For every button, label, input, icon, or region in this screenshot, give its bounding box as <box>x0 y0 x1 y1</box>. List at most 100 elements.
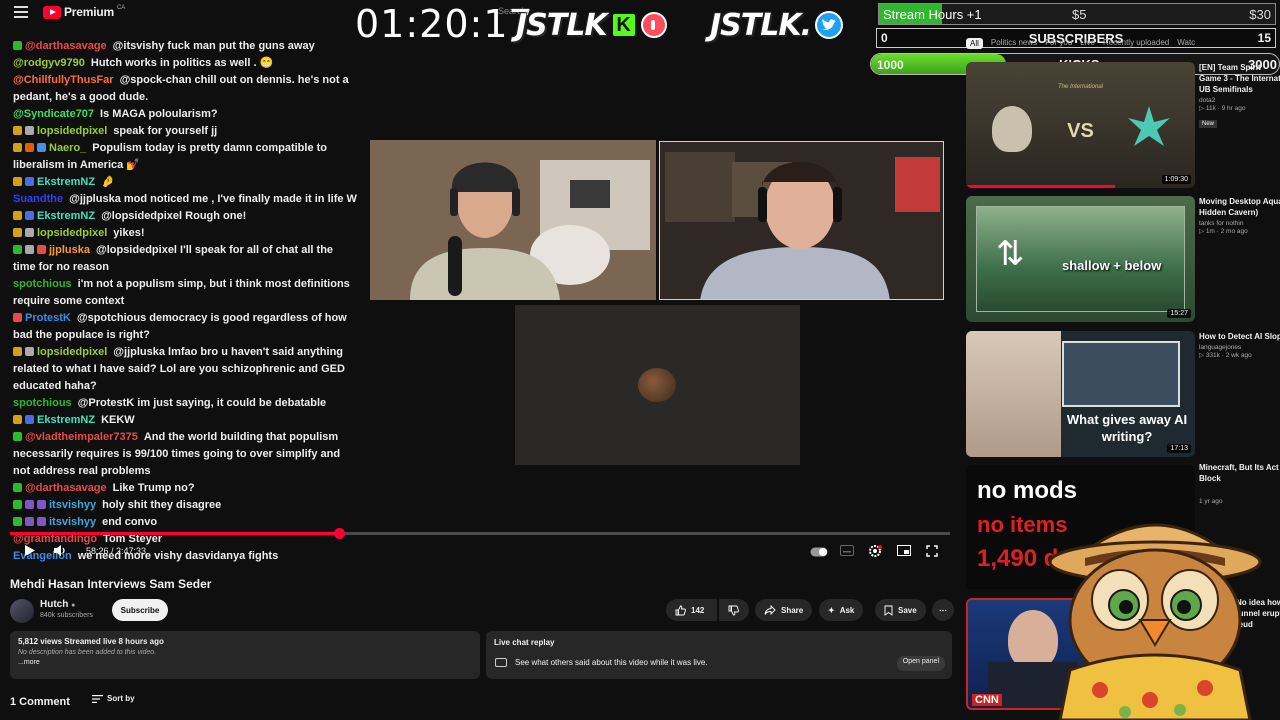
chat-badge-icon <box>25 211 34 220</box>
like-button[interactable]: 142 <box>666 599 717 621</box>
chat-username[interactable]: @darthasavage <box>25 40 107 52</box>
webcam-guest-left <box>370 140 656 300</box>
ask-button[interactable]: ✦ Ask <box>819 599 864 621</box>
chat-username[interactable]: lopsidedpixel <box>37 346 107 358</box>
captions-icon[interactable] <box>840 545 854 559</box>
chat-badge-icon <box>13 211 22 220</box>
description-stats: 5,812 views Streamed live 8 hours ago <box>18 637 164 646</box>
play-icon[interactable] <box>24 544 36 560</box>
chat-username[interactable]: lopsidedpixel <box>37 227 107 239</box>
chat-username[interactable]: @ChillfullyThusFar <box>13 74 114 86</box>
settings-gear-icon[interactable] <box>868 544 882 561</box>
chat-text: KEKW <box>101 414 135 426</box>
chat-username[interactable]: itsvishyy <box>49 516 96 528</box>
channel-name[interactable]: Hutch ● <box>40 599 75 610</box>
chat-badge-icon <box>37 500 46 509</box>
chat-text: @itsvishy fuck man put the guns away <box>112 40 315 52</box>
description-more-link[interactable]: ...more <box>18 659 472 666</box>
brand-name-2: JSTLK. <box>710 7 812 43</box>
chat-username[interactable]: EkstremNZ <box>37 210 95 222</box>
rec-title: How to Detect AI Slop <box>1199 332 1280 341</box>
up-down-arrows-icon: ⇅ <box>996 235 1025 273</box>
share-button[interactable]: Share <box>755 599 813 621</box>
description-text: No description has been added to this vi… <box>18 649 157 656</box>
chat-message: itsvishyy end convo <box>13 514 358 531</box>
chip-live[interactable]: Live <box>1080 38 1095 49</box>
open-panel-button[interactable]: Open panel <box>896 656 945 671</box>
video-progress-bar[interactable] <box>10 528 950 539</box>
chat-badge-icon <box>37 245 46 254</box>
recommendation-thumb-1[interactable]: The International VS 1:09:30 <box>966 62 1195 188</box>
chat-text: speak for yourself jj <box>113 125 218 137</box>
subscribers-goal: 15 <box>1257 31 1271 45</box>
kicks-current: 1000 <box>877 58 904 72</box>
stream-hours-mark-1: $5 <box>1072 7 1087 22</box>
chat-text: @lopsidedpixel Rough one! <box>101 210 247 222</box>
recommendation-meta-3[interactable]: How to Detect AI Slop languagejones ▷ 33… <box>1199 331 1280 359</box>
logo-text: Premium <box>64 5 114 19</box>
youtube-logo[interactable]: Premium CA <box>43 5 125 19</box>
chat-username[interactable]: spotchious <box>13 278 72 290</box>
chat-badge-icon <box>25 143 34 152</box>
chip-for-you[interactable]: For you <box>1045 38 1072 49</box>
chat-username[interactable]: jjpluska <box>49 244 90 256</box>
miniplayer-icon[interactable] <box>897 545 911 559</box>
recommendation-thumb-3[interactable]: What gives away AI writing? 17:13 <box>966 331 1195 457</box>
chat-username[interactable]: EkstremNZ <box>37 176 95 188</box>
chat-overlay: @darthasavage @itsvishy fuck man put the … <box>13 38 358 565</box>
chat-badge-icon <box>13 500 22 509</box>
chat-message: @vladtheimpaler7375 And the world buildin… <box>13 429 358 480</box>
autoplay-toggle[interactable] <box>810 546 828 560</box>
chat-username[interactable]: spotchious <box>13 397 72 409</box>
chat-username[interactable]: ProtestK <box>25 312 71 324</box>
screen: Premium CA Search 01:20:17 JSTLK K JSTLK… <box>0 0 1280 720</box>
chat-username[interactable]: @rodgyv9790 <box>13 57 85 69</box>
recommendation-meta-2[interactable]: Moving Desktop Aqua Hidden Cavern) tanks… <box>1199 196 1280 235</box>
recommendation-thumb-2[interactable]: ⇅ shallow + below 15:27 <box>966 196 1195 322</box>
dislike-button[interactable] <box>719 599 749 621</box>
chat-username[interactable]: Naero_ <box>49 142 86 154</box>
stream-hours-goal-bar: Stream Hours +1 $5 $30 <box>878 3 1276 25</box>
chip-all[interactable]: All <box>966 38 983 49</box>
chat-badge-icon <box>13 126 22 135</box>
subscribe-button[interactable]: Subscribe <box>112 599 168 621</box>
progress-scrubber[interactable] <box>334 528 345 539</box>
chip-watched[interactable]: Watc <box>1177 38 1195 49</box>
chat-username[interactable]: Suandthe <box>13 193 63 205</box>
chip-politics[interactable]: Politics news <box>991 38 1037 49</box>
progress-fill <box>10 532 339 535</box>
host-avatar <box>638 368 676 402</box>
chat-username[interactable]: lopsidedpixel <box>37 125 107 137</box>
menu-icon[interactable] <box>14 6 28 18</box>
duration-badge: 15:27 <box>1167 309 1191 318</box>
new-badge: New <box>1199 120 1218 128</box>
webcam-guest-right <box>659 141 944 300</box>
chat-badge-icon <box>25 177 34 186</box>
chat-username[interactable]: EkstremNZ <box>37 414 95 426</box>
watched-progress <box>966 185 1115 188</box>
chat-username[interactable]: itsvishyy <box>49 499 96 511</box>
kick-logo-icon: K <box>610 12 637 38</box>
channel-avatar[interactable] <box>10 599 34 623</box>
chat-text: end convo <box>102 516 158 528</box>
chat-message: EkstremNZ @lopsidedpixel Rough one! <box>13 208 358 225</box>
ask-label: Ask <box>839 605 855 615</box>
chat-username[interactable]: @Syndicate707 <box>13 108 94 120</box>
person-silhouette-right <box>660 142 943 299</box>
comment-count: 1 Comment <box>10 696 70 708</box>
more-actions-button[interactable]: ⋯ <box>932 599 954 621</box>
chat-badge-icon <box>25 500 34 509</box>
volume-icon[interactable] <box>53 544 67 560</box>
description-box[interactable]: 5,812 views Streamed live 8 hours ago No… <box>10 631 480 679</box>
chip-recent[interactable]: Recently uploaded <box>1103 38 1169 49</box>
chat-username[interactable]: @darthasavage <box>25 482 107 494</box>
sort-by-button[interactable]: Sort by <box>92 694 135 703</box>
recommendation-meta-1[interactable]: [EN] Team Spirit Game 3 - The Internat U… <box>1199 62 1280 130</box>
chat-username[interactable]: @vladtheimpaler7375 <box>25 431 138 443</box>
owl-mascot-illustration <box>1048 523 1262 720</box>
fullscreen-icon[interactable] <box>926 545 938 560</box>
rec-age: 2 mo ago <box>1220 228 1248 235</box>
time-display: 58:26 / 2:47:33 <box>86 546 147 556</box>
save-button[interactable]: Save <box>875 599 926 621</box>
chat-badge-icon <box>25 126 34 135</box>
